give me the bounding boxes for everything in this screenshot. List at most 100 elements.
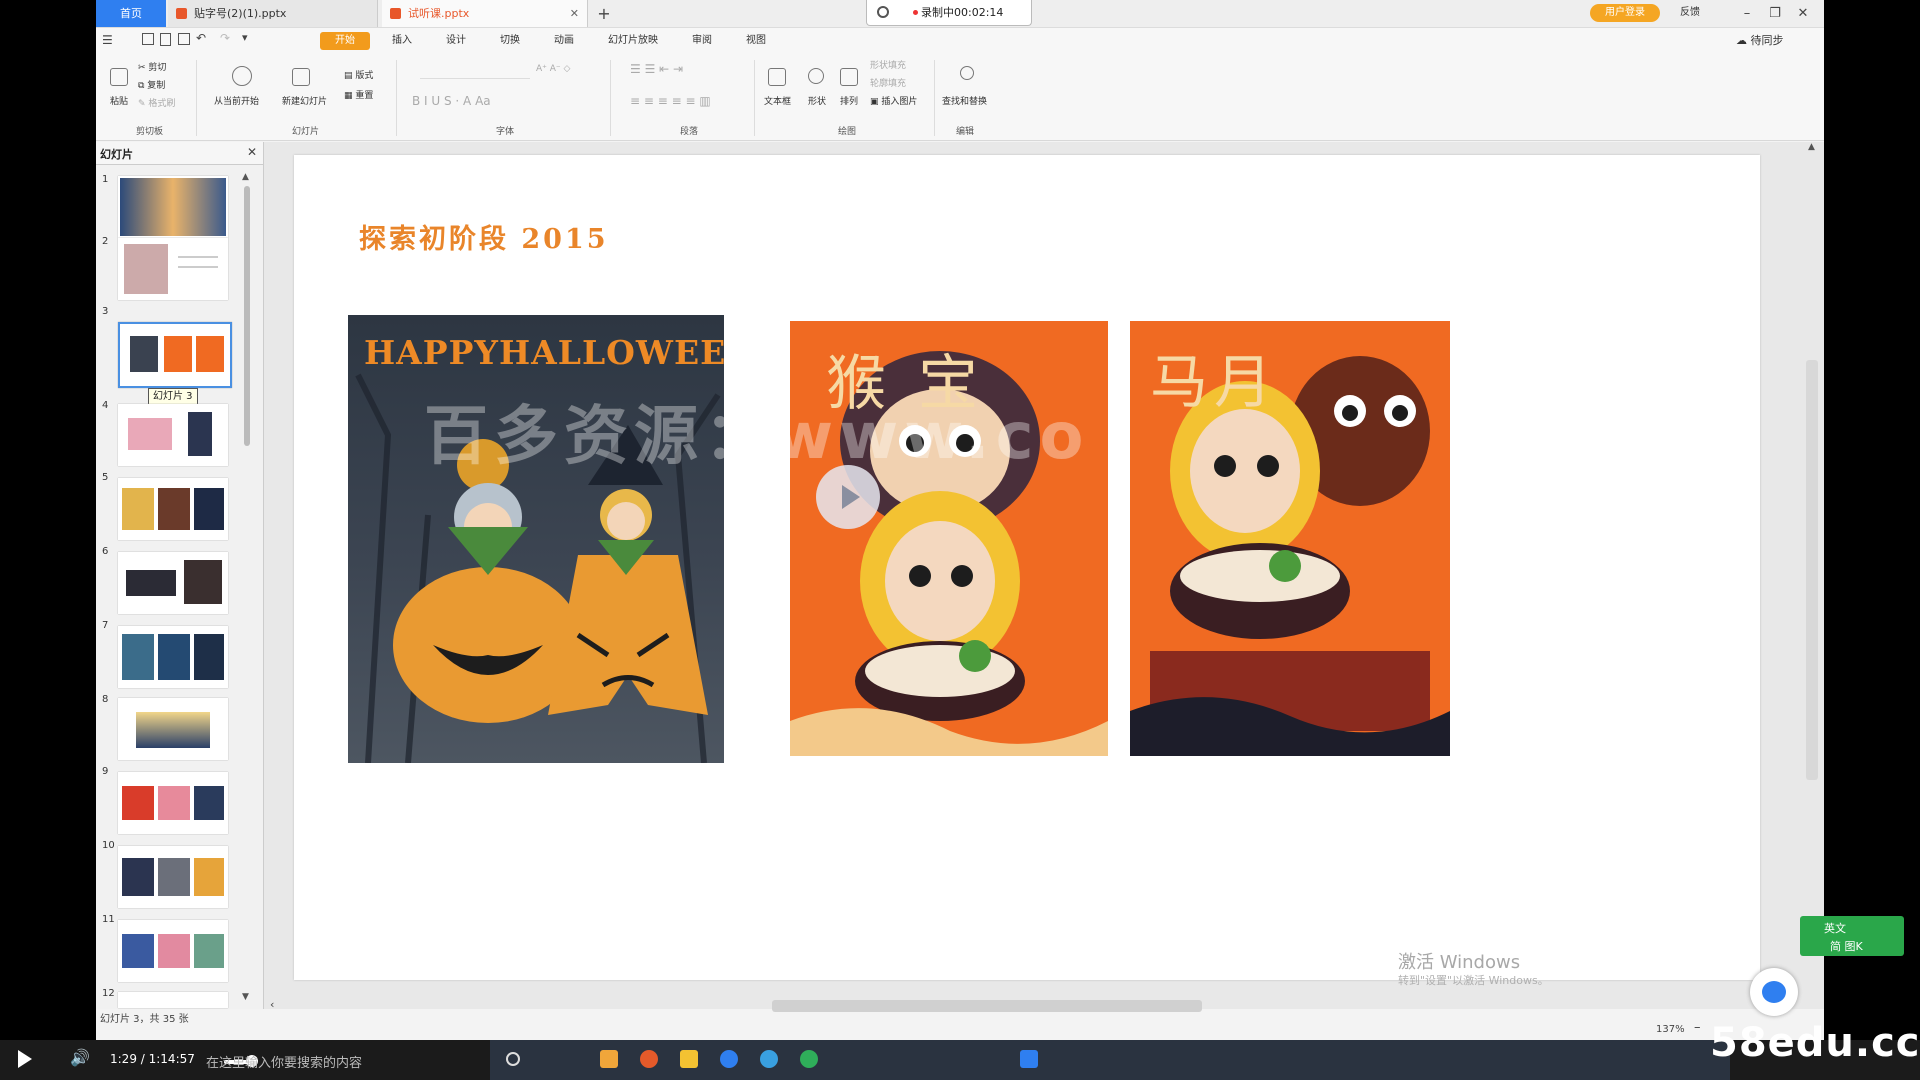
- menu-view[interactable]: 视图: [734, 32, 778, 50]
- group-editing: 编辑: [956, 127, 975, 137]
- slide-title[interactable]: 探索初阶段 2015: [359, 217, 609, 256]
- close-window-icon[interactable]: ✕: [1788, 0, 1818, 27]
- slide-thumbnail-9[interactable]: [118, 772, 228, 834]
- zoom-level[interactable]: 137%: [1656, 1024, 1685, 1035]
- scroll-down-icon[interactable]: ▼: [242, 992, 249, 1002]
- slide-thumbnail-3[interactable]: [118, 322, 232, 388]
- shape-fill-button[interactable]: 形状填充: [870, 58, 906, 71]
- recording-indicator[interactable]: 录制中00:02:14: [866, 0, 1032, 26]
- layout-button[interactable]: ▤ 版式: [344, 68, 373, 81]
- ime-language[interactable]: 英文: [1824, 920, 1846, 936]
- paste-icon[interactable]: [110, 68, 128, 86]
- sync-button[interactable]: ☁ 待同步: [1736, 32, 1784, 48]
- play-from-current-icon[interactable]: [232, 66, 252, 86]
- menu-review[interactable]: 审阅: [680, 32, 724, 50]
- close-panel-icon[interactable]: ✕: [247, 145, 257, 159]
- find-icon[interactable]: [960, 66, 974, 80]
- tab-document-2[interactable]: 试听课.pptx ✕: [382, 0, 588, 27]
- menu-slideshow[interactable]: 幻灯片放映: [596, 32, 670, 50]
- slide-thumbnail-4[interactable]: [118, 404, 228, 466]
- arrange-icon[interactable]: [840, 68, 858, 86]
- slide-thumbnail-1[interactable]: [118, 176, 228, 238]
- tab-document-2-label: 试听课.pptx: [408, 7, 470, 20]
- slide-thumbnail-7[interactable]: [118, 626, 228, 688]
- ime-mode[interactable]: 简 图K: [1830, 938, 1863, 954]
- undo-icon[interactable]: ↶: [196, 31, 206, 45]
- restore-icon[interactable]: ❐: [1760, 0, 1790, 27]
- outline-fill-button[interactable]: 轮廓填充: [870, 76, 906, 89]
- font-size-icons[interactable]: A⁺ A⁻ ◇: [536, 64, 570, 74]
- slide-thumbnail-6[interactable]: [118, 552, 228, 614]
- arrange-button[interactable]: 排列: [840, 94, 858, 107]
- paste-button[interactable]: 粘贴: [110, 94, 128, 107]
- play-icon[interactable]: [18, 1050, 32, 1068]
- scroll-thumb[interactable]: [244, 186, 250, 446]
- menu-start[interactable]: 开始: [320, 32, 370, 50]
- list-icons[interactable]: ☰ ☰ ⇤ ⇥: [630, 62, 683, 76]
- menu-design[interactable]: 设计: [434, 32, 478, 50]
- print-icon[interactable]: [178, 33, 190, 45]
- folder-icon[interactable]: [680, 1050, 698, 1068]
- minimize-icon[interactable]: –: [1732, 0, 1762, 27]
- zoom-out-icon[interactable]: –: [1694, 1020, 1701, 1035]
- slide-thumbnail-11[interactable]: [118, 920, 228, 982]
- format-painter-button[interactable]: ✎ 格式刷: [138, 96, 175, 109]
- horizontal-scrollbar[interactable]: [772, 1000, 1202, 1012]
- ribbon-toolbar: 粘贴 ✂ 剪切 ⧉ 复制 ✎ 格式刷 剪切板 从当前开始 新建幻灯片 ▤ 版式 …: [96, 54, 1824, 141]
- insert-picture-button[interactable]: ▣ 插入图片: [870, 94, 917, 107]
- new-tab-button[interactable]: +: [592, 0, 616, 27]
- ime-toolbar[interactable]: 英文 简 图K: [1800, 916, 1904, 956]
- shape-icon[interactable]: [808, 68, 824, 84]
- taskbar-search-input[interactable]: 在这里输入你要搜索的内容: [206, 1052, 362, 1071]
- browser-icon[interactable]: [720, 1050, 738, 1068]
- edge-icon[interactable]: [760, 1050, 778, 1068]
- text-box-button[interactable]: 文本框: [764, 94, 791, 107]
- align-icons[interactable]: ≡ ≡ ≡ ≡ ≡ ▥: [630, 94, 711, 108]
- panel-scrollbar[interactable]: ▲ ▼: [242, 172, 252, 1002]
- close-tab-icon[interactable]: ✕: [570, 0, 579, 27]
- horse-poster[interactable]: 马月: [1130, 321, 1450, 756]
- customize-toolbar-icon[interactable]: ▾: [242, 31, 248, 44]
- export-pdf-icon[interactable]: [160, 33, 171, 46]
- current-slide[interactable]: 探索初阶段 2015 HAPPYHALLOWEEN 猴宝 马月 百多资源：www…: [294, 155, 1760, 980]
- cortana-icon[interactable]: [506, 1052, 520, 1066]
- vertical-scrollbar[interactable]: [1806, 360, 1818, 780]
- login-button[interactable]: 用户登录: [1590, 4, 1660, 22]
- chat-bubble-icon[interactable]: [1750, 968, 1798, 1016]
- slide-thumbnail-8[interactable]: [118, 698, 228, 760]
- menu-animation[interactable]: 动画: [542, 32, 586, 50]
- font-name-select[interactable]: [420, 64, 530, 79]
- shape-button[interactable]: 形状: [808, 94, 826, 107]
- menu-transition[interactable]: 切换: [488, 32, 532, 50]
- microphone-icon[interactable]: [877, 6, 889, 18]
- menu-insert[interactable]: 插入: [380, 32, 424, 50]
- hamburger-menu-icon[interactable]: ☰: [102, 33, 113, 47]
- app-icon[interactable]: [600, 1050, 618, 1068]
- slide-thumbnail-5[interactable]: [118, 478, 228, 540]
- font-style-icons[interactable]: B I U S · A Aa: [412, 94, 491, 108]
- wechat-icon[interactable]: [800, 1050, 818, 1068]
- reset-button[interactable]: ▦ 重置: [344, 88, 373, 101]
- find-replace-button[interactable]: 查找和替换: [942, 94, 987, 107]
- cut-button[interactable]: ✂ 剪切: [138, 60, 166, 73]
- new-slide-button[interactable]: 新建幻灯片: [282, 94, 327, 107]
- halloween-illustration[interactable]: HAPPYHALLOWEEN: [348, 315, 724, 763]
- tab-document-1[interactable]: 贴字号(2)(1).pptx: [168, 0, 378, 27]
- feedback-button[interactable]: 反馈: [1670, 4, 1710, 22]
- redo-icon[interactable]: ↷: [220, 31, 230, 45]
- text-box-icon[interactable]: [768, 68, 786, 86]
- volume-icon[interactable]: 🔊: [70, 1048, 90, 1067]
- wps-icon[interactable]: [1020, 1050, 1038, 1068]
- collapse-panel-icon[interactable]: ‹: [270, 998, 274, 1011]
- save-icon[interactable]: [142, 33, 154, 45]
- slide-thumbnail-2[interactable]: [118, 238, 228, 300]
- slide-thumbnail-12[interactable]: [118, 992, 228, 1008]
- new-slide-icon[interactable]: [292, 68, 310, 86]
- chrome-icon[interactable]: [640, 1050, 658, 1068]
- tab-home[interactable]: 首页: [96, 0, 166, 27]
- play-from-current-button[interactable]: 从当前开始: [214, 94, 259, 107]
- scroll-up-icon[interactable]: ▲: [242, 172, 249, 182]
- copy-button[interactable]: ⧉ 复制: [138, 78, 165, 91]
- scroll-up-icon[interactable]: ▲: [1808, 142, 1815, 152]
- slide-thumbnail-10[interactable]: [118, 846, 228, 908]
